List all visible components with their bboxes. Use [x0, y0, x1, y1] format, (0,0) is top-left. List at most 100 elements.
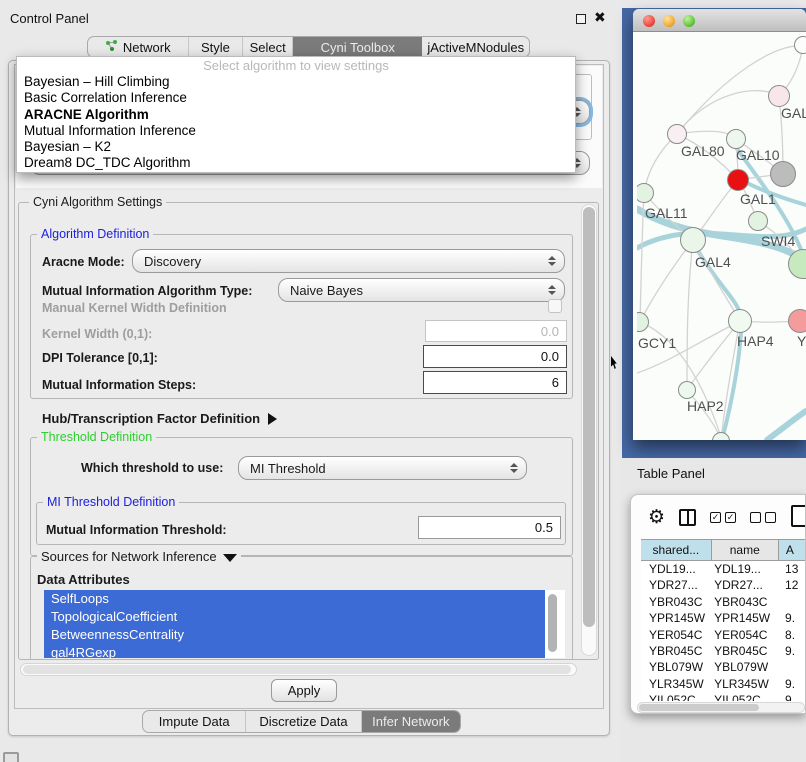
tab-style[interactable]: Style: [189, 37, 244, 57]
table-row[interactable]: YDL19...YDL19...13: [641, 561, 806, 577]
mi-steps-field[interactable]: 6: [423, 371, 567, 394]
network-node-hap2[interactable]: [678, 381, 696, 399]
hub-tf-definition-toggle[interactable]: Hub/Transcription Factor Definition: [42, 411, 277, 426]
table-row[interactable]: YBR045CYBR045C9.: [641, 643, 806, 659]
table-cell: [779, 659, 806, 675]
dpi-tolerance-field[interactable]: 0.0: [423, 345, 567, 368]
table-cell: 9.: [779, 692, 806, 701]
which-threshold-combo[interactable]: MI Threshold: [238, 456, 527, 480]
network-view-window[interactable]: GALGAL80GAL10GAL1GAL11SWI4GAL4HAP4YGCY1H…: [633, 9, 806, 440]
select-all-columns-icon[interactable]: ✓✓: [710, 512, 736, 523]
node-label: GAL80: [681, 143, 725, 159]
attribute-list-item[interactable]: BetweennessCentrality: [44, 626, 545, 644]
network-node-gal10[interactable]: [726, 129, 746, 149]
deselect-all-columns-icon[interactable]: [750, 512, 776, 523]
columns-icon[interactable]: [679, 509, 696, 526]
dropdown-item[interactable]: Bayesian – K2: [17, 139, 575, 155]
zoom-traffic-light-icon[interactable]: [683, 15, 695, 27]
gear-icon[interactable]: ⚙: [648, 508, 665, 527]
network-node-hap4[interactable]: [728, 309, 752, 333]
kernel-width-field[interactable]: 0.0: [425, 320, 567, 342]
hub-tf-label: Hub/Transcription Factor Definition: [42, 411, 260, 426]
network-node[interactable]: [770, 161, 796, 187]
table-cell: YBL079W: [641, 659, 712, 675]
table-row[interactable]: YBL079WYBL079W: [641, 659, 806, 675]
data-attributes-list[interactable]: SelfLoopsTopologicalCoefficientBetweenne…: [44, 590, 565, 658]
mi-threshold-label: Mutual Information Threshold:: [46, 523, 227, 537]
column-header-shared-name[interactable]: shared...: [641, 540, 712, 560]
tab-infer-network[interactable]: Infer Network: [362, 711, 460, 732]
scrollbar-thumb[interactable]: [23, 665, 571, 674]
table-cell: 8.: [779, 627, 806, 643]
dropdown-item[interactable]: Dream8 DC_TDC Algorithm: [17, 155, 575, 171]
table-header-row: shared... name A: [641, 539, 806, 561]
attribute-list-item[interactable]: TopologicalCoefficient: [44, 608, 545, 626]
table-row[interactable]: YLR345WYLR345W9.: [641, 676, 806, 692]
close-icon[interactable]: ✖: [594, 9, 606, 26]
network-node-swi4[interactable]: [748, 211, 768, 231]
algorithm-dropdown-list: Select algorithm to view settings Bayesi…: [16, 56, 576, 173]
network-node-gal4[interactable]: [680, 227, 706, 253]
table-row[interactable]: YPR145WYPR145W9.: [641, 610, 806, 626]
dropdown-item[interactable]: Bayesian – Hill Climbing: [17, 74, 575, 90]
column-header-name[interactable]: name: [712, 540, 779, 560]
node-label: GAL11: [645, 205, 688, 221]
scrollbar-thumb[interactable]: [583, 207, 595, 627]
network-node-y[interactable]: [788, 309, 806, 333]
dropdown-item[interactable]: Basic Correlation Inference: [17, 90, 575, 106]
mi-type-value: Naive Bayes: [290, 283, 363, 298]
file-icon[interactable]: [791, 505, 806, 527]
dpi-tolerance-label: DPI Tolerance [0,1]:: [42, 351, 158, 365]
network-window-titlebar[interactable]: [633, 9, 806, 32]
attributes-scrollbar[interactable]: [548, 594, 557, 652]
table-row[interactable]: YIL052CYIL052C9.: [641, 692, 806, 701]
aracne-mode-combo[interactable]: Discovery: [132, 249, 565, 273]
which-threshold-value: MI Threshold: [250, 461, 326, 476]
expanded-arrow-icon: [223, 554, 237, 562]
table-panel-title: Table Panel: [637, 466, 705, 481]
minimize-traffic-light-icon[interactable]: [663, 15, 675, 27]
network-node-gal1[interactable]: [727, 169, 749, 191]
tab-network[interactable]: Network: [88, 37, 189, 57]
dropdown-item[interactable]: ARACNE Algorithm: [17, 107, 575, 123]
column-header-partial[interactable]: A: [779, 540, 806, 560]
tab-impute-data[interactable]: Impute Data: [143, 711, 246, 732]
which-threshold-label: Which threshold to use:: [81, 461, 223, 475]
network-node-gal80[interactable]: [667, 124, 687, 144]
apply-button[interactable]: Apply: [271, 679, 337, 702]
tab-discretize-data[interactable]: Discretize Data: [246, 711, 361, 732]
tab-cyni-toolbox[interactable]: Cyni Toolbox: [293, 37, 422, 57]
network-canvas[interactable]: GALGAL80GAL10GAL1GAL11SWI4GAL4HAP4YGCY1H…: [637, 33, 806, 440]
table-row[interactable]: YER054CYER054C8.: [641, 627, 806, 643]
manual-kernel-label: Manual Kernel Width Definition: [42, 301, 227, 315]
manual-kernel-checkbox[interactable]: [548, 299, 562, 313]
control-panel-title: Control Panel: [10, 11, 89, 26]
node-label: GAL4: [695, 254, 731, 270]
data-attributes-label: Data Attributes: [37, 572, 130, 587]
table-row[interactable]: YDR27...YDR27...12: [641, 577, 806, 593]
tab-jactivemnodules[interactable]: jActiveMNodules: [422, 37, 529, 57]
close-traffic-light-icon[interactable]: [643, 15, 655, 27]
network-icon: [105, 39, 118, 55]
dropdown-item[interactable]: Mutual Information Inference: [17, 123, 575, 139]
tab-select[interactable]: Select: [243, 37, 293, 57]
mi-type-combo[interactable]: Naive Bayes: [278, 278, 565, 302]
settings-vertical-scrollbar[interactable]: [581, 204, 597, 656]
network-node[interactable]: [794, 36, 806, 54]
attribute-list-item[interactable]: gal4RGexp: [44, 644, 545, 658]
table-row[interactable]: YBR043CYBR043C: [641, 594, 806, 610]
table-cell: YBR043C: [641, 594, 712, 610]
float-window-icon[interactable]: [576, 14, 586, 24]
scrollbar-thumb[interactable]: [639, 704, 759, 711]
attribute-list-item[interactable]: SelfLoops: [44, 590, 545, 608]
settings-horizontal-scrollbar[interactable]: [20, 663, 577, 676]
mi-threshold-field[interactable]: 0.5: [418, 516, 561, 539]
network-node-gal[interactable]: [768, 85, 790, 107]
corner-chip-icon[interactable]: [3, 752, 19, 762]
node-table[interactable]: shared... name A YDL19...YDL19...13YDR27…: [641, 539, 806, 701]
tab-discretize-label: Discretize Data: [259, 714, 347, 729]
sources-group-title[interactable]: Sources for Network Inference: [37, 549, 241, 564]
tab-impute-label: Impute Data: [159, 714, 230, 729]
table-horizontal-scrollbar[interactable]: [637, 702, 805, 713]
aracne-mode-value: Discovery: [144, 254, 201, 269]
